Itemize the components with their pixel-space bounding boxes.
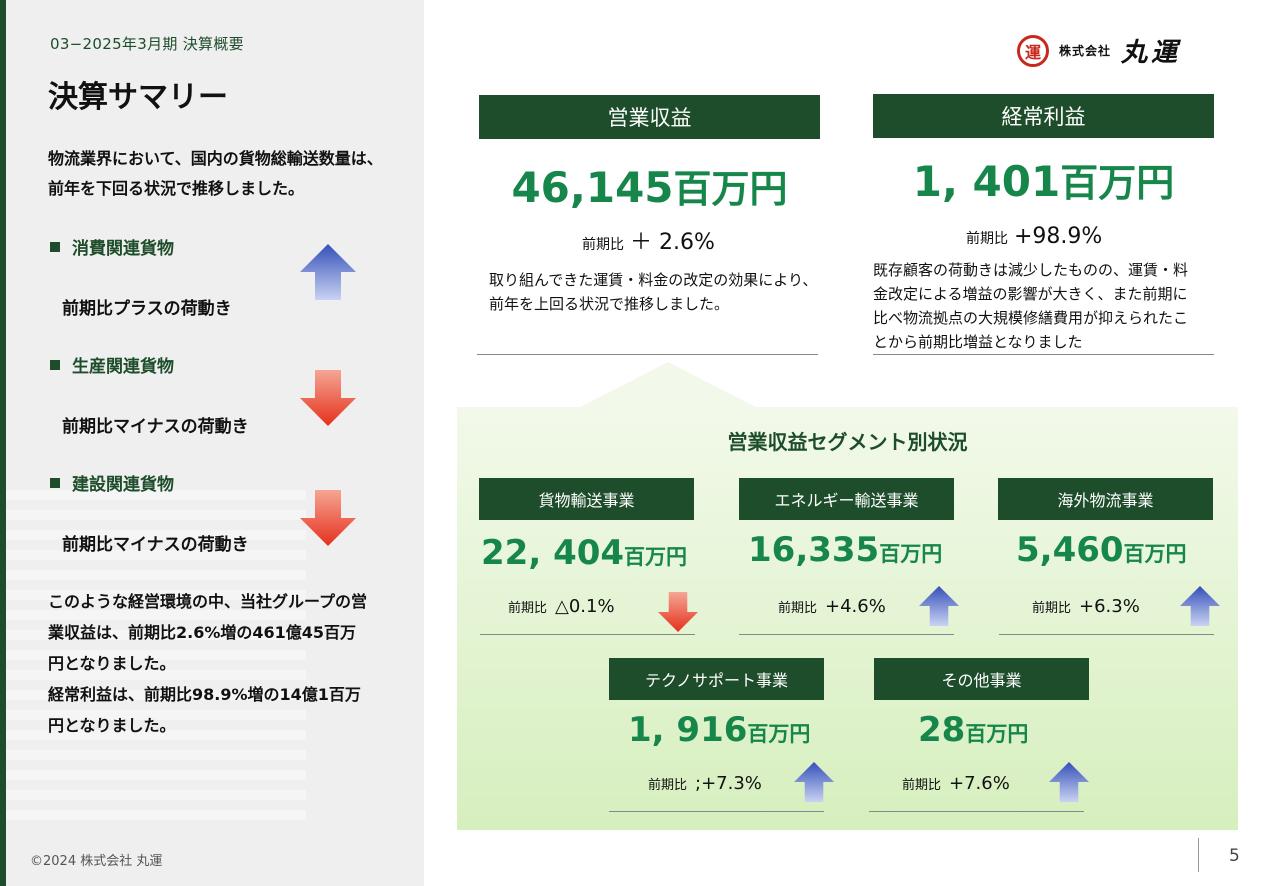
segment-area-peak	[578, 362, 758, 408]
company-logo: 運 株式会社 丸運	[1017, 32, 1181, 69]
segment-energy-ratio: 前期比 +4.6%	[778, 596, 886, 617]
divider	[739, 634, 954, 635]
logo-corp-text: 株式会社	[1059, 44, 1112, 58]
square-bullet-icon	[50, 477, 60, 488]
segment-overseas-ratio: 前期比 +6.3%	[1032, 596, 1140, 617]
left-panel	[0, 0, 424, 886]
cargo-desc-consumer: 前期比プラスの荷動き	[62, 299, 232, 319]
page-number: 5	[1229, 846, 1240, 866]
square-bullet-icon	[50, 241, 60, 252]
segment-energy-value: 16,335百万円	[748, 530, 943, 570]
segment-other-ratio: 前期比 +7.6%	[902, 773, 1010, 794]
logo-name-text: 丸運	[1121, 38, 1182, 68]
segment-title: 営業収益セグメント別状況	[727, 430, 968, 454]
segment-cargo-ratio: 前期比 △0.1%	[508, 596, 615, 617]
segment-energy-header: エネルギー輸送事業	[739, 478, 954, 520]
arrow-down-icon	[300, 490, 356, 546]
kpi-revenue-desc: 取り組んできた運賃・料金の改定の効果により、 前年を上回る状況で推移しました。	[489, 271, 818, 313]
summary-text: このような経営環境の中、当社グループの営 業収益は、前期比2.6%増の461億4…	[48, 592, 368, 735]
cargo-heading-production: 生産関連貨物	[50, 352, 174, 377]
kpi-ordinary-desc: 既存顧客の荷動きは減少したものの、運賃・料 金改定による増益の影響が大きく、また…	[873, 261, 1189, 351]
square-bullet-icon	[50, 359, 60, 370]
arrow-up-icon	[794, 762, 834, 802]
page-title: 決算サマリー	[48, 80, 228, 115]
cargo-heading-consumer: 消費関連貨物	[50, 234, 174, 259]
cargo-desc-construction: 前期比マイナスの荷動き	[62, 535, 249, 555]
segment-overseas-value: 5,460百万円	[1016, 530, 1187, 570]
divider	[609, 811, 824, 812]
arrow-down-icon	[658, 592, 698, 632]
arrow-up-icon	[1049, 762, 1089, 802]
segment-other-header: その他事業	[874, 658, 1089, 700]
kpi-revenue-header: 営業収益	[479, 95, 820, 139]
page-number-divider	[1198, 838, 1199, 872]
divider	[869, 811, 1084, 812]
cargo-heading-construction: 建設関連貨物	[50, 470, 174, 495]
arrow-up-icon	[919, 586, 959, 626]
kpi-revenue-value: 46,145百万円	[511, 163, 788, 212]
segment-techno-header: テクノサポート事業	[609, 658, 824, 700]
kpi-ordinary-header: 経常利益	[873, 94, 1214, 138]
segment-cargo-header: 貨物輸送事業	[479, 478, 694, 520]
divider	[477, 354, 818, 355]
segment-other-value: 28百万円	[918, 710, 1029, 750]
kpi-ordinary-ratio: 前期比 +98.9%	[966, 224, 1103, 249]
logo-seal-icon: 運	[1017, 34, 1049, 67]
divider	[873, 354, 1214, 355]
divider	[999, 634, 1214, 635]
segment-area	[457, 407, 1238, 830]
kpi-ordinary-value: 1, 401百万円	[912, 157, 1175, 206]
segment-cargo-value: 22, 404百万円	[481, 533, 688, 573]
intro-text: 物流業界において、国内の貨物総輸送数量は、 前年を下回る状況で推移しました。	[48, 149, 383, 198]
section-subtitle: 03−2025年3月期 決算概要	[50, 35, 244, 53]
segment-techno-value: 1, 916百万円	[628, 710, 811, 750]
copyright: ©2024 株式会社 丸運	[30, 854, 163, 869]
segment-overseas-header: 海外物流事業	[998, 478, 1213, 520]
arrow-up-icon	[1180, 586, 1220, 626]
arrow-down-icon	[300, 370, 356, 426]
segment-techno-ratio: 前期比 ;+7.3%	[648, 773, 762, 794]
cargo-desc-production: 前期比マイナスの荷動き	[62, 417, 249, 437]
arrow-up-icon	[300, 244, 356, 300]
kpi-revenue-ratio: 前期比＋ 2.6%	[582, 230, 715, 255]
divider	[480, 634, 695, 635]
